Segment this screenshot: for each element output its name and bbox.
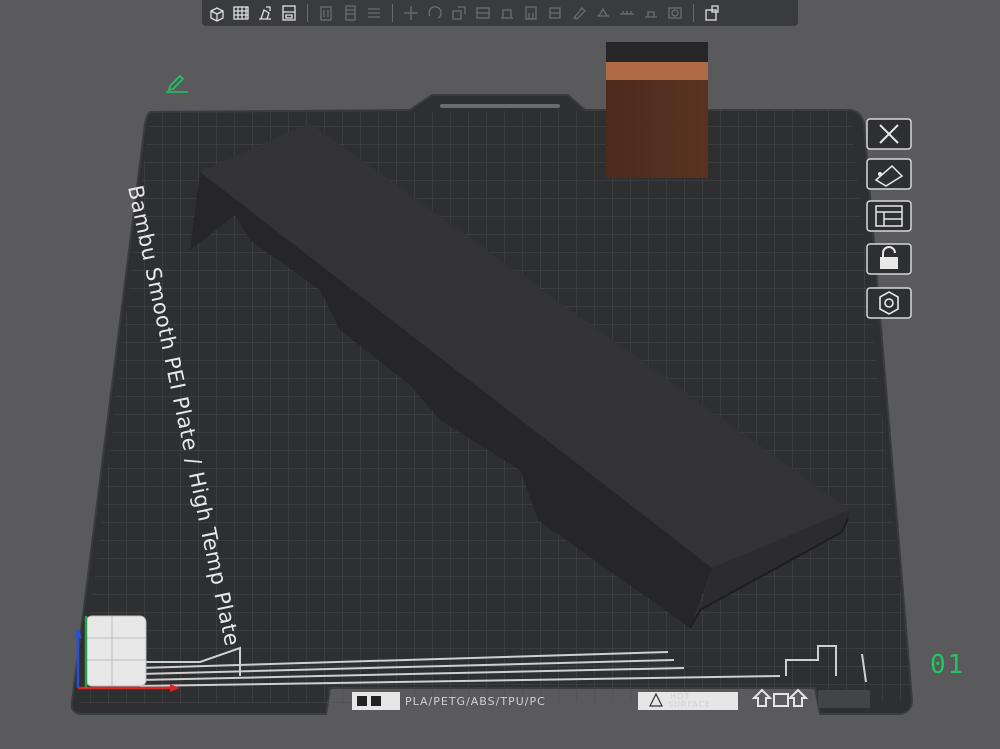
- lay-on-face-icon[interactable]: [496, 2, 518, 24]
- auto-orient-icon[interactable]: [254, 2, 276, 24]
- settings-hex-icon: [866, 287, 912, 319]
- delete-icon[interactable]: [315, 2, 337, 24]
- build-plate-3d-view[interactable]: [0, 0, 1000, 749]
- close-icon: [866, 118, 912, 150]
- model-brown-box[interactable]: [606, 42, 708, 178]
- plate-settings-button[interactable]: [866, 287, 912, 319]
- view-settings-icon[interactable]: [701, 2, 723, 24]
- copy-icon[interactable]: [339, 2, 361, 24]
- close-plate-button[interactable]: [866, 118, 912, 150]
- assembly-icon[interactable]: [640, 2, 662, 24]
- lock-plate-button[interactable]: [866, 243, 912, 275]
- boolean-icon[interactable]: [664, 2, 686, 24]
- add-object-icon[interactable]: [206, 2, 228, 24]
- edit-plate-name-icon[interactable]: [164, 70, 190, 94]
- measure-icon[interactable]: [616, 2, 638, 24]
- scale-icon[interactable]: [448, 2, 470, 24]
- rotate-icon[interactable]: [424, 2, 446, 24]
- hot-surface-label: HOT SURFACE: [668, 692, 712, 709]
- seam-paint-icon[interactable]: [544, 2, 566, 24]
- lock-icon: [866, 243, 912, 275]
- color-paint-icon[interactable]: [568, 2, 590, 24]
- auto-arrange-icon: [866, 158, 912, 190]
- filament-types-label: PLA/PETG/ABS/TPU/PC: [405, 695, 546, 708]
- split-parts-icon[interactable]: [278, 2, 300, 24]
- plate-layout-icon: [866, 200, 912, 232]
- plate-layout-button[interactable]: [866, 200, 912, 232]
- plate-tab: [818, 690, 870, 708]
- layers-icon[interactable]: [363, 2, 385, 24]
- support-paint-icon[interactable]: [520, 2, 542, 24]
- plate-number[interactable]: 01: [930, 650, 965, 680]
- top-toolbar: [202, 0, 798, 26]
- auto-arrange-button[interactable]: [866, 158, 912, 190]
- cut-icon[interactable]: [472, 2, 494, 24]
- text-emboss-icon[interactable]: [592, 2, 614, 24]
- arrange-grid-icon[interactable]: [230, 2, 252, 24]
- move-icon[interactable]: [400, 2, 422, 24]
